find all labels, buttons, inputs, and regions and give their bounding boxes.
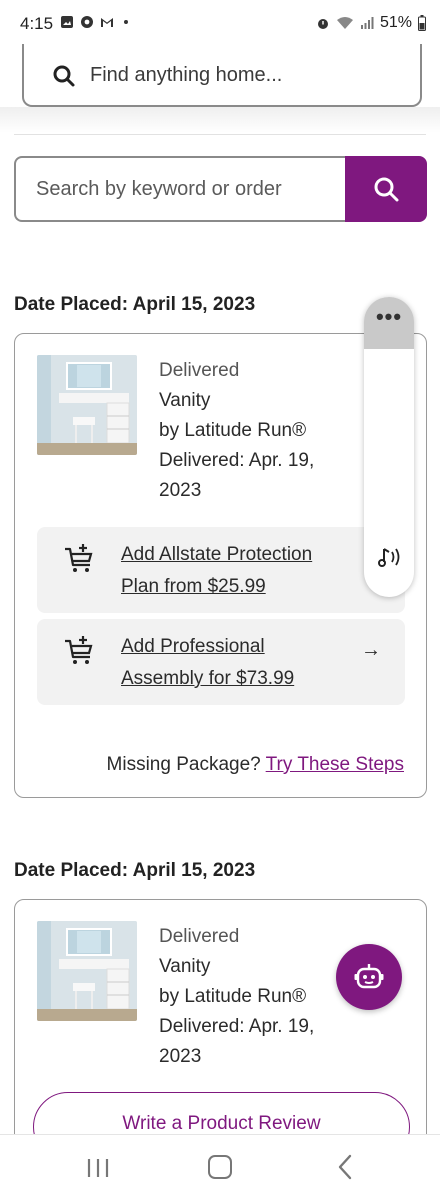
battery-icon <box>418 15 426 31</box>
status-time: 4:15 <box>20 14 54 33</box>
delivered-date: Delivered: Apr. 19, <box>159 1016 315 1037</box>
product-brand: by Latitude Run® <box>159 986 307 1007</box>
more-options-button[interactable]: ••• <box>364 297 414 349</box>
chrome-icon <box>81 16 93 28</box>
add-to-cart-icon <box>65 636 93 664</box>
wifi-icon <box>336 17 353 29</box>
chat-assistant-button[interactable] <box>336 944 402 1010</box>
missing-package: Missing Package? Try These Steps <box>107 754 404 776</box>
order-search-input[interactable]: Search by keyword or order <box>14 156 345 222</box>
delivered-year: 2023 <box>159 480 202 501</box>
missing-package-text: Missing Package? <box>106 754 261 775</box>
system-status: 51% <box>316 14 426 32</box>
assembly-line1: Add Professional <box>121 636 265 657</box>
assembly-label: Add Professional Assembly for $73.99 <box>121 631 361 695</box>
order-item-details: Delivered Vanity by Latitude Run® Delive… <box>159 356 314 506</box>
order-date-heading: Date Placed: April 15, 2023 <box>14 860 256 881</box>
robot-icon <box>354 964 384 989</box>
protection-plan-price: Plan from $25.99 <box>121 576 266 597</box>
delivered-date: Delivered: Apr. 19, <box>159 450 315 471</box>
status-bar: 4:15 51% <box>0 0 440 48</box>
order-date-heading: Date Placed: April 15, 2023 <box>14 294 256 315</box>
product-name[interactable]: Vanity <box>159 952 314 982</box>
add-to-cart-icon <box>65 544 93 572</box>
search-icon <box>374 177 399 202</box>
order-search-button[interactable] <box>345 156 427 222</box>
product-image[interactable] <box>37 921 137 1021</box>
product-name[interactable]: Vanity <box>159 386 314 416</box>
product-brand: by Latitude Run® <box>159 420 307 441</box>
order-search: Search by keyword or order <box>14 156 427 222</box>
notification-icons <box>60 15 128 29</box>
add-professional-assembly[interactable]: Add Professional Assembly for $73.99 → <box>37 619 405 705</box>
order-item-details: Delivered Vanity by Latitude Run® Delive… <box>159 922 314 1072</box>
protection-plan-line1: Add Allstate Protection <box>121 544 313 565</box>
site-search-bar[interactable]: Find anything home... <box>22 44 422 107</box>
delivery-status: Delivered <box>159 926 240 947</box>
delivered-year: 2023 <box>159 1046 202 1067</box>
recent-apps-icon[interactable] <box>86 1157 110 1179</box>
back-icon[interactable] <box>336 1153 354 1181</box>
signal-icon <box>360 17 374 29</box>
system-navigation-bar <box>0 1134 440 1200</box>
home-icon[interactable] <box>208 1155 232 1179</box>
delivery-status: Delivered <box>159 360 240 381</box>
arrow-right-icon: → <box>361 639 381 661</box>
alarm-icon <box>317 19 328 29</box>
read-aloud-icon[interactable] <box>376 543 404 571</box>
site-search-placeholder: Find anything home... <box>90 64 283 86</box>
image-icon <box>61 16 73 28</box>
battery-percentage: 51% <box>379 14 412 31</box>
try-these-steps-link[interactable]: Try These Steps <box>266 754 404 775</box>
gmail-icon <box>101 18 113 27</box>
assembly-price: Assembly for $73.99 <box>121 668 295 689</box>
more-notifications-dot <box>124 20 128 24</box>
divider <box>14 134 426 135</box>
add-protection-plan[interactable]: Add Allstate Protection Plan from $25.99… <box>37 527 405 613</box>
product-image[interactable] <box>37 355 137 455</box>
header-shadow <box>0 107 440 133</box>
protection-plan-label: Add Allstate Protection Plan from $25.99 <box>121 539 361 603</box>
floating-tools-panel: ••• <box>364 297 414 597</box>
search-icon <box>53 65 75 87</box>
